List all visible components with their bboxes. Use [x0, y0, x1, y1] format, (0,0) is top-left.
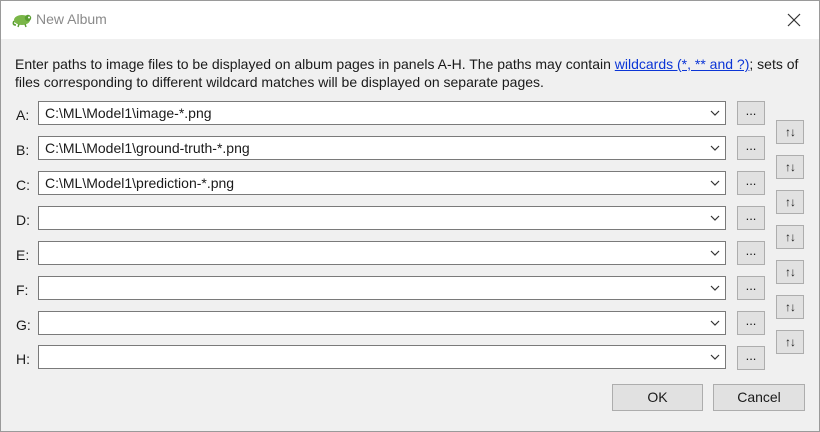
ok-button[interactable]: OK	[612, 384, 703, 411]
swap-button-e-f[interactable]: ↑↓	[776, 260, 804, 284]
chameleon-icon	[11, 12, 33, 28]
path-combo-h[interactable]	[38, 345, 726, 369]
title-bar: New Album	[1, 1, 819, 39]
browse-button-h[interactable]: ...	[737, 346, 765, 370]
window-title: New Album	[36, 11, 107, 27]
path-combo-b[interactable]: C:\ML\Model1\ground-truth-*.png	[38, 136, 726, 160]
row-label-f: F:	[16, 282, 29, 298]
row-label-a: A:	[16, 107, 30, 123]
path-combo-d[interactable]	[38, 206, 726, 230]
swap-button-f-g[interactable]: ↑↓	[776, 295, 804, 319]
description-text: Enter paths to image files to be display…	[15, 55, 805, 91]
close-icon[interactable]	[783, 9, 805, 31]
swap-button-g-h[interactable]: ↑↓	[776, 330, 804, 354]
chevron-down-icon[interactable]	[709, 351, 721, 363]
browse-button-d[interactable]: ...	[737, 206, 765, 230]
dialog-content: Enter paths to image files to be display…	[1, 39, 819, 431]
path-value-a: C:\ML\Model1\image-*.png	[45, 105, 212, 121]
new-album-dialog: New Album Enter paths to image files to …	[0, 0, 820, 432]
chevron-down-icon[interactable]	[709, 177, 721, 189]
cancel-button[interactable]: Cancel	[713, 384, 805, 411]
path-combo-f[interactable]	[38, 276, 726, 300]
row-label-b: B:	[16, 142, 30, 158]
chevron-down-icon[interactable]	[709, 317, 721, 329]
browse-button-g[interactable]: ...	[737, 311, 765, 335]
wildcards-link[interactable]: wildcards (*, ** and ?)	[615, 56, 750, 72]
path-value-c: C:\ML\Model1\prediction-*.png	[45, 175, 235, 191]
browse-button-f[interactable]: ...	[737, 276, 765, 300]
row-label-h: H:	[16, 351, 30, 367]
path-combo-a[interactable]: C:\ML\Model1\image-*.png	[38, 101, 726, 125]
swap-button-a-b[interactable]: ↑↓	[776, 120, 804, 144]
browse-button-e[interactable]: ...	[737, 241, 765, 265]
browse-button-b[interactable]: ...	[737, 136, 765, 160]
path-combo-c[interactable]: C:\ML\Model1\prediction-*.png	[38, 171, 726, 195]
swap-button-d-e[interactable]: ↑↓	[776, 225, 804, 249]
path-combo-e[interactable]	[38, 241, 726, 265]
path-combo-g[interactable]	[38, 311, 726, 335]
chevron-down-icon[interactable]	[709, 282, 721, 294]
chevron-down-icon[interactable]	[709, 212, 721, 224]
browse-button-c[interactable]: ...	[737, 171, 765, 195]
path-value-b: C:\ML\Model1\ground-truth-*.png	[45, 140, 250, 156]
chevron-down-icon[interactable]	[709, 142, 721, 154]
row-label-d: D:	[16, 212, 30, 228]
description-part-1: Enter paths to image files to be display…	[15, 56, 615, 72]
chevron-down-icon[interactable]	[709, 247, 721, 259]
swap-button-c-d[interactable]: ↑↓	[776, 190, 804, 214]
row-label-e: E:	[16, 247, 30, 263]
row-label-g: G:	[16, 317, 31, 333]
swap-button-b-c[interactable]: ↑↓	[776, 155, 804, 179]
browse-button-a[interactable]: ...	[737, 101, 765, 125]
row-label-c: C:	[16, 177, 30, 193]
chevron-down-icon[interactable]	[709, 107, 721, 119]
